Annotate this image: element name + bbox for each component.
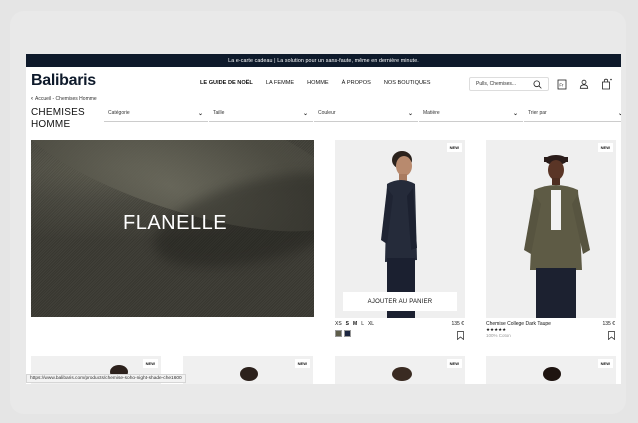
bookmark-icon[interactable] bbox=[608, 331, 615, 340]
nav-guide-noel[interactable]: LE GUIDE DE NOËL bbox=[200, 80, 253, 86]
status-url-bar: https://www.balibaris.com/products/chemi… bbox=[26, 374, 186, 383]
product-card[interactable]: NEW Chemise College Dark Taupe 135 € ★★★… bbox=[486, 140, 616, 340]
size-xs[interactable]: XS bbox=[335, 321, 342, 327]
nav-a-propos[interactable]: À PROPOS bbox=[342, 80, 371, 86]
filter-label: Matière bbox=[423, 110, 440, 116]
breadcrumb-text[interactable]: Accueil - Chemises Homme bbox=[35, 96, 97, 102]
hero-title: FLANELLE bbox=[123, 212, 228, 234]
account-icon[interactable] bbox=[578, 78, 590, 90]
size-m[interactable]: M bbox=[353, 321, 357, 327]
product-card[interactable]: NEW bbox=[335, 356, 465, 384]
product-material: 100% Coton bbox=[486, 333, 511, 338]
stores-icon[interactable]: Fr bbox=[556, 78, 568, 90]
nav-la-femme[interactable]: LA FEMME bbox=[266, 80, 294, 86]
main-nav: LE GUIDE DE NOËL LA FEMME HOMME À PROPOS… bbox=[200, 80, 430, 86]
model-taupe-shirt bbox=[486, 140, 616, 318]
chevron-left-icon[interactable]: ‹ bbox=[31, 96, 33, 102]
filter-trier-par[interactable]: Trier par ⌄ bbox=[524, 110, 621, 122]
product-image[interactable]: NEW bbox=[486, 140, 616, 318]
svg-text:Fr: Fr bbox=[559, 82, 564, 87]
new-badge: NEW bbox=[597, 143, 613, 152]
add-to-cart-button[interactable]: AJOUTER AU PANIER bbox=[343, 292, 457, 311]
filter-bar: Catégorie ⌄ Taille ⌄ Couleur ⌄ Matière ⌄ Tri… bbox=[104, 110, 621, 122]
product-card[interactable]: NEW AJOUTER AU PANIER XS S M L XL 135 € bbox=[335, 140, 465, 340]
brand-logo[interactable]: Balibaris bbox=[31, 72, 96, 90]
bookmark-icon[interactable] bbox=[457, 331, 464, 340]
chevron-down-icon: ⌄ bbox=[512, 111, 518, 117]
page-title-line2: HOMME bbox=[31, 119, 71, 130]
product-card[interactable]: NEW bbox=[183, 356, 313, 384]
announcement-bar[interactable]: La e-carte cadeau | La solution pour un … bbox=[26, 54, 621, 67]
chevron-down-icon: ⌄ bbox=[197, 111, 203, 117]
size-options: XS S M L XL bbox=[335, 321, 465, 327]
size-s[interactable]: S bbox=[346, 321, 349, 327]
breadcrumb: ‹ Accueil - Chemises Homme bbox=[31, 96, 97, 102]
product-price: 135 € bbox=[451, 321, 464, 327]
browser-viewport: La e-carte cadeau | La solution pour un … bbox=[26, 54, 621, 384]
filter-couleur[interactable]: Couleur ⌄ bbox=[314, 110, 418, 122]
chevron-down-icon: ⌄ bbox=[302, 111, 308, 117]
nav-homme[interactable]: HOMME bbox=[307, 80, 328, 86]
filter-label: Catégorie bbox=[108, 110, 130, 116]
size-l[interactable]: L bbox=[361, 321, 364, 327]
page-title-line1: CHEMISES bbox=[31, 107, 85, 118]
product-image[interactable]: NEW AJOUTER AU PANIER bbox=[335, 140, 465, 318]
model-head bbox=[543, 367, 561, 381]
page-title: CHEMISES HOMME bbox=[31, 107, 85, 131]
size-xl[interactable]: XL bbox=[368, 321, 374, 327]
site-header: Balibaris ‹ Accueil - Chemises Homme LE … bbox=[26, 67, 621, 103]
chevron-down-icon: ⌄ bbox=[617, 111, 621, 117]
model-head bbox=[392, 367, 412, 381]
header-icons: Fr bbox=[556, 78, 612, 90]
model-head bbox=[240, 367, 258, 381]
chevron-down-icon: ⌄ bbox=[407, 111, 413, 117]
filter-label: Trier par bbox=[528, 110, 547, 116]
bag-icon[interactable] bbox=[600, 78, 612, 90]
search-input[interactable]: Pulls, Chemises... bbox=[469, 77, 549, 91]
filter-taille[interactable]: Taille ⌄ bbox=[209, 110, 313, 122]
filter-matiere[interactable]: Matière ⌄ bbox=[419, 110, 523, 122]
search-placeholder: Pulls, Chemises... bbox=[476, 81, 517, 87]
filter-label: Taille bbox=[213, 110, 225, 116]
color-swatches bbox=[335, 330, 465, 337]
swatch-navy[interactable] bbox=[344, 330, 351, 337]
flannel-hero-banner[interactable]: FLANELLE bbox=[31, 140, 314, 317]
product-price: 135 € bbox=[602, 321, 615, 327]
filter-label: Couleur bbox=[318, 110, 336, 116]
swatch-olive[interactable] bbox=[335, 330, 342, 337]
announcement-text[interactable]: La e-carte cadeau | La solution pour un … bbox=[228, 58, 419, 64]
filter-categorie[interactable]: Catégorie ⌄ bbox=[104, 110, 208, 122]
product-card[interactable]: NEW bbox=[486, 356, 616, 384]
search-icon[interactable] bbox=[533, 80, 542, 91]
new-badge: NEW bbox=[446, 143, 462, 152]
nav-nos-boutiques[interactable]: NOS BOUTIQUES bbox=[384, 80, 431, 86]
